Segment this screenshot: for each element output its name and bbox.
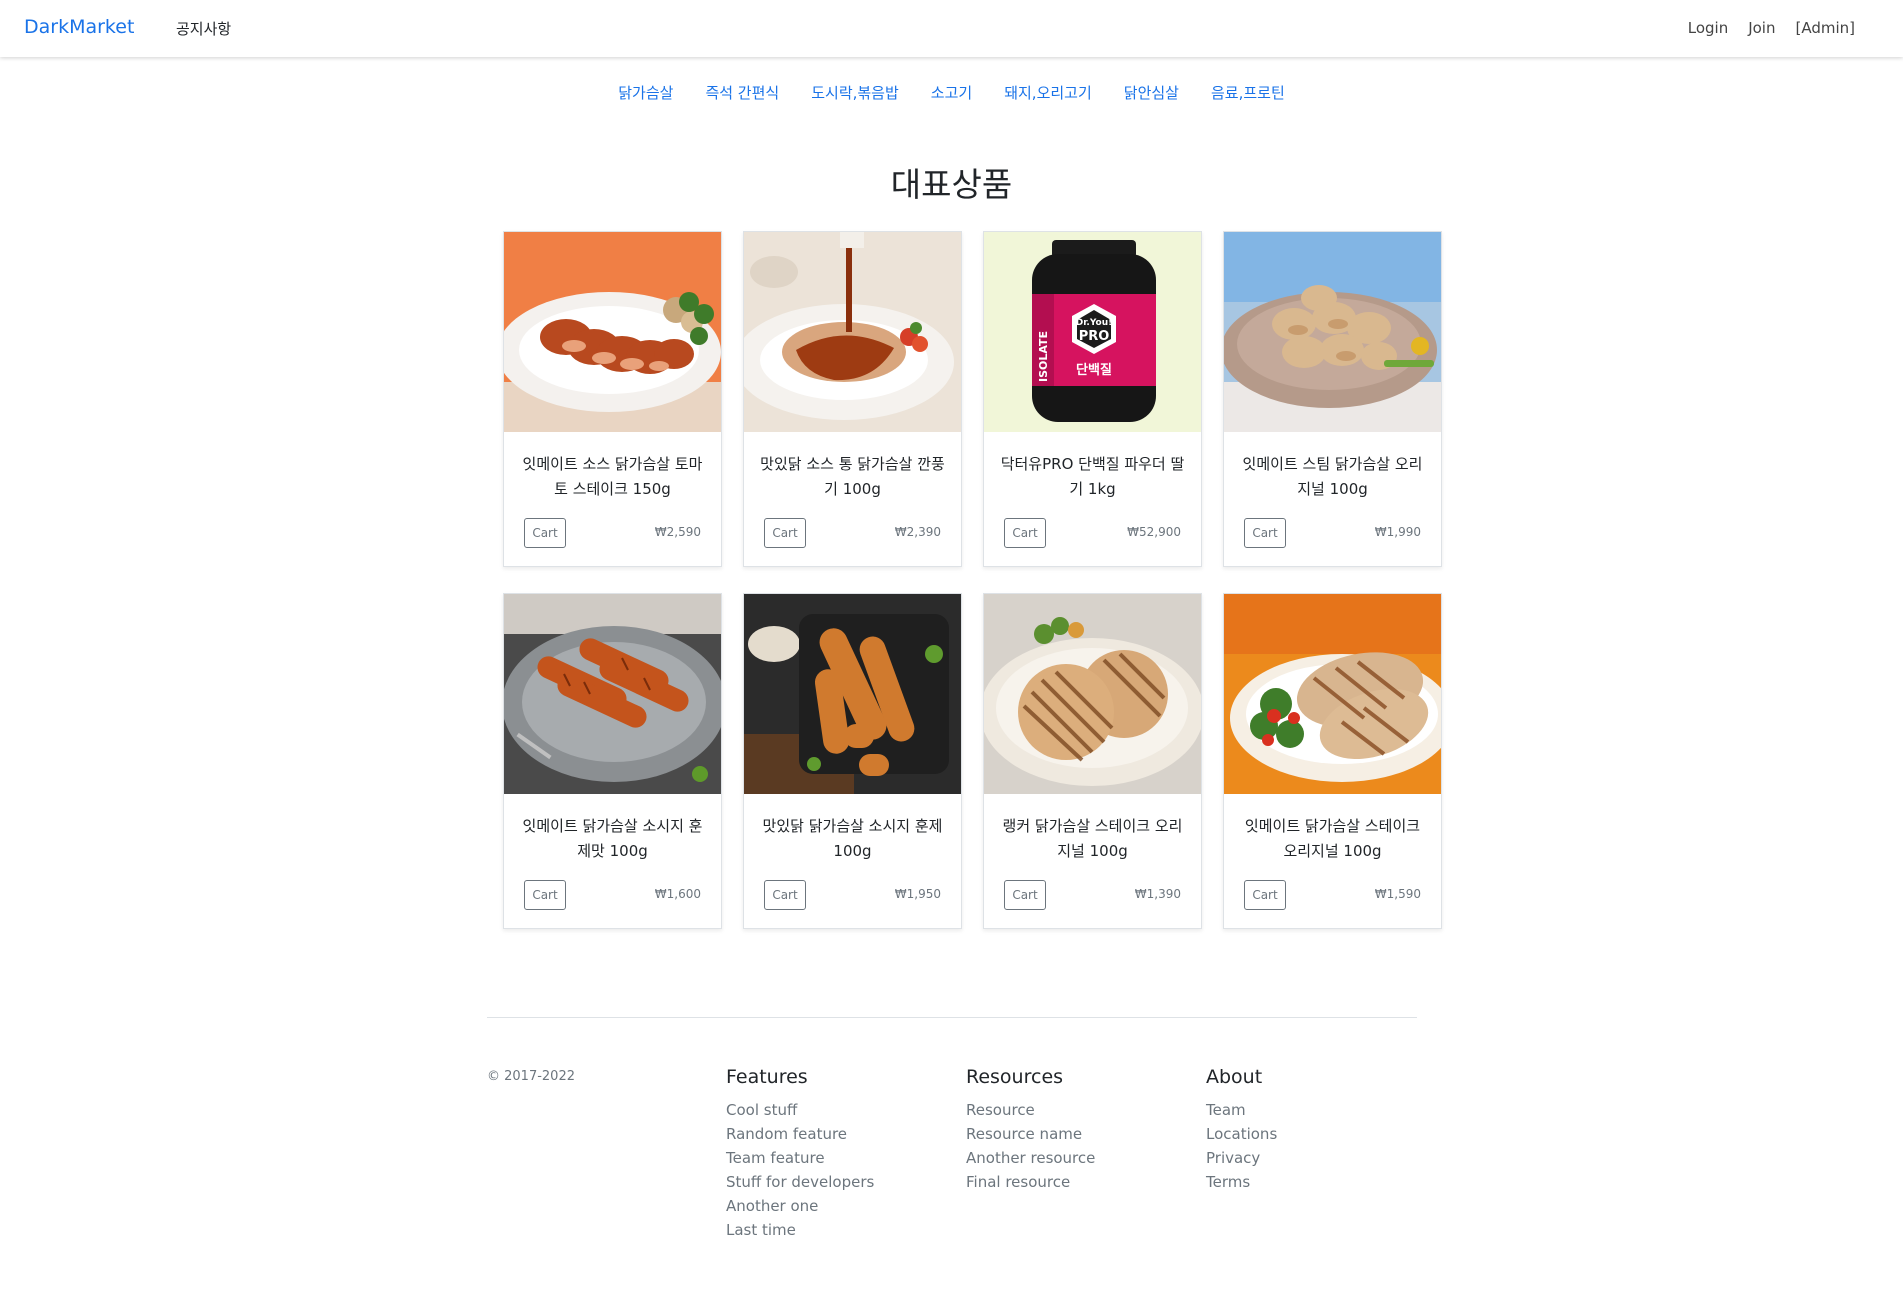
footer-link[interactable]: Locations (1206, 1122, 1277, 1146)
jar-brand-label: Dr.You! (1076, 318, 1112, 328)
product-price: ₩1,600 (654, 887, 701, 901)
category-link-pork-duck[interactable]: 돼지,오리고기 (1004, 82, 1092, 103)
cart-button[interactable]: Cart (764, 518, 806, 548)
footer-resources-title: Resources (966, 1066, 1064, 1088)
cart-button[interactable]: Cart (1244, 518, 1286, 548)
notice-link[interactable]: 공지사항 (176, 18, 231, 39)
cart-button[interactable]: Cart (524, 518, 566, 548)
footer-link[interactable]: Terms (1206, 1170, 1277, 1194)
copyright-text: © 2017-2022 (487, 1069, 575, 1084)
cart-button[interactable]: Cart (1244, 880, 1286, 910)
product-price: ₩2,590 (654, 525, 701, 539)
category-link-instant-food[interactable]: 즉석 간편식 (705, 82, 779, 103)
product-card[interactable]: 맛있닭 닭가슴살 소시지 훈제 100g Cart ₩1,950 (743, 593, 962, 929)
product-price: ₩2,390 (894, 525, 941, 539)
login-link[interactable]: Login (1688, 19, 1728, 37)
product-image[interactable]: Dr.You! PRO 단백질 ISOLATE (984, 232, 1201, 432)
join-link[interactable]: Join (1748, 19, 1775, 37)
product-price: ₩1,390 (1134, 887, 1181, 901)
section-title: 대표상품 (890, 165, 1013, 204)
cart-button[interactable]: Cart (764, 880, 806, 910)
category-link-lunchbox[interactable]: 도시락,볶음밥 (811, 82, 899, 103)
footer-about: About Team Locations Privacy Terms (1206, 1066, 1277, 1194)
product-card[interactable]: 잇메이트 소스 닭가슴살 토마토 스테이크 150g Cart ₩2,590 (503, 231, 722, 567)
product-card[interactable]: 잇메이트 스팀 닭가슴살 오리지널 100g Cart ₩1,990 (1223, 231, 1442, 567)
product-card[interactable]: Dr.You! PRO 단백질 ISOLATE 닥터유PRO 단백질 파우더 딸… (983, 231, 1202, 567)
jar-kor-label: 단백질 (1076, 362, 1112, 378)
footer-features-title: Features (726, 1066, 808, 1088)
product-name[interactable]: 맛있닭 소스 통 닭가슴살 깐풍기 100g (758, 452, 947, 502)
cart-button[interactable]: Cart (524, 880, 566, 910)
product-card[interactable]: 랭커 닭가슴살 스테이크 오리지널 100g Cart ₩1,390 (983, 593, 1202, 929)
admin-link[interactable]: [Admin] (1795, 19, 1855, 37)
footer-link[interactable]: Last time (726, 1218, 874, 1242)
footer-link[interactable]: Resource name (966, 1122, 1095, 1146)
top-navbar: DarkMarket 공지사항 Login Join [Admin] (0, 0, 1903, 57)
product-name[interactable]: 잇메이트 닭가슴살 스테이크 오리지널 100g (1238, 814, 1427, 864)
product-name[interactable]: 잇메이트 소스 닭가슴살 토마토 스테이크 150g (518, 452, 707, 502)
footer-link[interactable]: Resource (966, 1098, 1095, 1122)
product-name[interactable]: 랭커 닭가슴살 스테이크 오리지널 100g (998, 814, 1187, 864)
footer-link[interactable]: Cool stuff (726, 1098, 874, 1122)
product-image[interactable] (504, 232, 721, 432)
footer-about-title: About (1206, 1066, 1263, 1088)
category-link-chicken-breast[interactable]: 닭가슴살 (618, 82, 673, 103)
brand-link[interactable]: DarkMarket (24, 16, 134, 38)
footer-link[interactable]: Team feature (726, 1146, 874, 1170)
product-price: ₩1,590 (1374, 887, 1421, 901)
footer-link[interactable]: Another resource (966, 1146, 1095, 1170)
jar-side-label: ISOLATE (1037, 331, 1050, 382)
footer-link[interactable]: Stuff for developers (726, 1170, 874, 1194)
footer-features: Features Cool stuff Random feature Team … (726, 1066, 874, 1242)
product-image[interactable] (984, 594, 1201, 794)
product-image[interactable] (504, 594, 721, 794)
product-card[interactable]: 맛있닭 소스 통 닭가슴살 깐풍기 100g Cart ₩2,390 (743, 231, 962, 567)
product-name[interactable]: 잇메이트 스팀 닭가슴살 오리지널 100g (1238, 452, 1427, 502)
category-link-beef[interactable]: 소고기 (931, 82, 972, 103)
product-name[interactable]: 맛있닭 닭가슴살 소시지 훈제 100g (758, 814, 947, 864)
product-name[interactable]: 잇메이트 닭가슴살 소시지 훈제맛 100g (518, 814, 707, 864)
category-nav: 닭가슴살 즉석 간편식 도시락,볶음밥 소고기 돼지,오리고기 닭안심살 음료,… (0, 82, 1903, 103)
product-image[interactable] (744, 232, 961, 432)
product-card[interactable]: 잇메이트 닭가슴살 스테이크 오리지널 100g Cart ₩1,590 (1223, 593, 1442, 929)
cart-button[interactable]: Cart (1004, 880, 1046, 910)
footer-link[interactable]: Team (1206, 1098, 1277, 1122)
product-name[interactable]: 닥터유PRO 단백질 파우더 딸기 1kg (998, 452, 1187, 502)
product-price: ₩52,900 (1127, 525, 1181, 539)
product-card[interactable]: 잇메이트 닭가슴살 소시지 훈제맛 100g Cart ₩1,600 (503, 593, 722, 929)
account-nav: Login Join [Admin] (1688, 19, 1855, 37)
product-grid: 잇메이트 소스 닭가슴살 토마토 스테이크 150g Cart ₩2,590 맛… (503, 231, 1442, 929)
category-link-drinks-protein[interactable]: 음료,프로틴 (1211, 82, 1285, 103)
product-image[interactable] (1224, 232, 1441, 432)
footer-resources: Resources Resource Resource name Another… (966, 1066, 1095, 1194)
footer-link[interactable]: Another one (726, 1194, 874, 1218)
jar-product-label: PRO (1079, 329, 1110, 344)
product-image[interactable] (1224, 594, 1441, 794)
footer-link[interactable]: Final resource (966, 1170, 1095, 1194)
footer-link[interactable]: Privacy (1206, 1146, 1277, 1170)
footer-divider (487, 1017, 1417, 1018)
product-image[interactable] (744, 594, 961, 794)
footer-link[interactable]: Random feature (726, 1122, 874, 1146)
cart-button[interactable]: Cart (1004, 518, 1046, 548)
product-price: ₩1,990 (1374, 525, 1421, 539)
product-price: ₩1,950 (894, 887, 941, 901)
category-link-chicken-tenderloin[interactable]: 닭안심살 (1124, 82, 1179, 103)
